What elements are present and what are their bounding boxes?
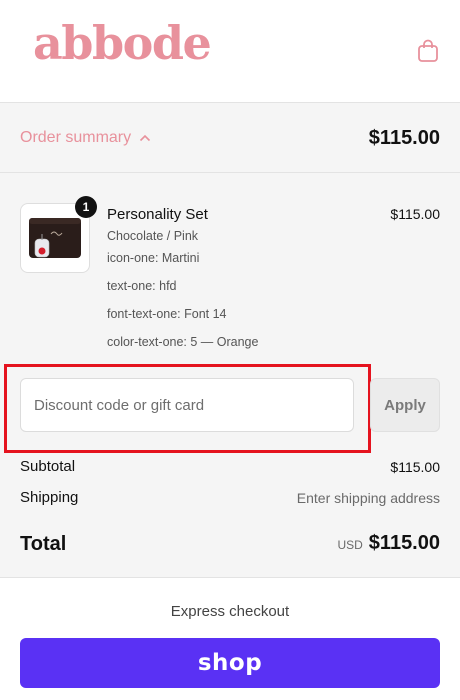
store-header: abbode [0, 0, 460, 103]
product-property: text-one: hfd [107, 279, 177, 293]
order-summary-panel: 1 Personality Set $115.00 Chocolate / Pi… [0, 173, 460, 578]
product-thumbnail: 1 [20, 196, 97, 273]
subtotal-label: Subtotal [20, 458, 76, 475]
product-property: font-text-one: Font 14 [107, 307, 227, 321]
order-summary-label: Order summary [20, 129, 132, 146]
currency-code: USD [337, 538, 363, 552]
express-checkout-label: Express checkout [170, 603, 290, 620]
shipping-label: Shipping [20, 489, 79, 506]
discount-code-input[interactable] [20, 378, 354, 432]
shopping-bag-icon [418, 39, 438, 62]
product-property: icon-one: Martini [107, 251, 200, 265]
quantity-badge: 1 [75, 196, 97, 218]
product-name: Personality Set [107, 206, 208, 223]
product-property: color-text-one: 5 — Orange [107, 335, 259, 349]
product-variant: Chocolate / Pink [107, 229, 199, 243]
apply-discount-button[interactable]: Apply [370, 378, 440, 432]
chevron-up-icon [140, 134, 151, 142]
store-logo[interactable]: abbode [33, 20, 212, 66]
total-value-group: USD $115.00 [337, 532, 440, 555]
order-summary-bar: Order summary $115.00 [0, 103, 460, 173]
shipping-value: Enter shipping address [296, 490, 440, 506]
shop-pay-button[interactable]: shop [20, 638, 440, 688]
order-summary-toggle[interactable]: Order summary [20, 129, 151, 147]
order-summary-total: $115.00 [368, 127, 440, 149]
product-price: $115.00 [390, 206, 440, 222]
total-amount: $115.00 [368, 532, 440, 554]
cart-button[interactable] [414, 37, 442, 65]
total-label: Total [20, 533, 67, 555]
subtotal-value: $115.00 [390, 459, 440, 475]
